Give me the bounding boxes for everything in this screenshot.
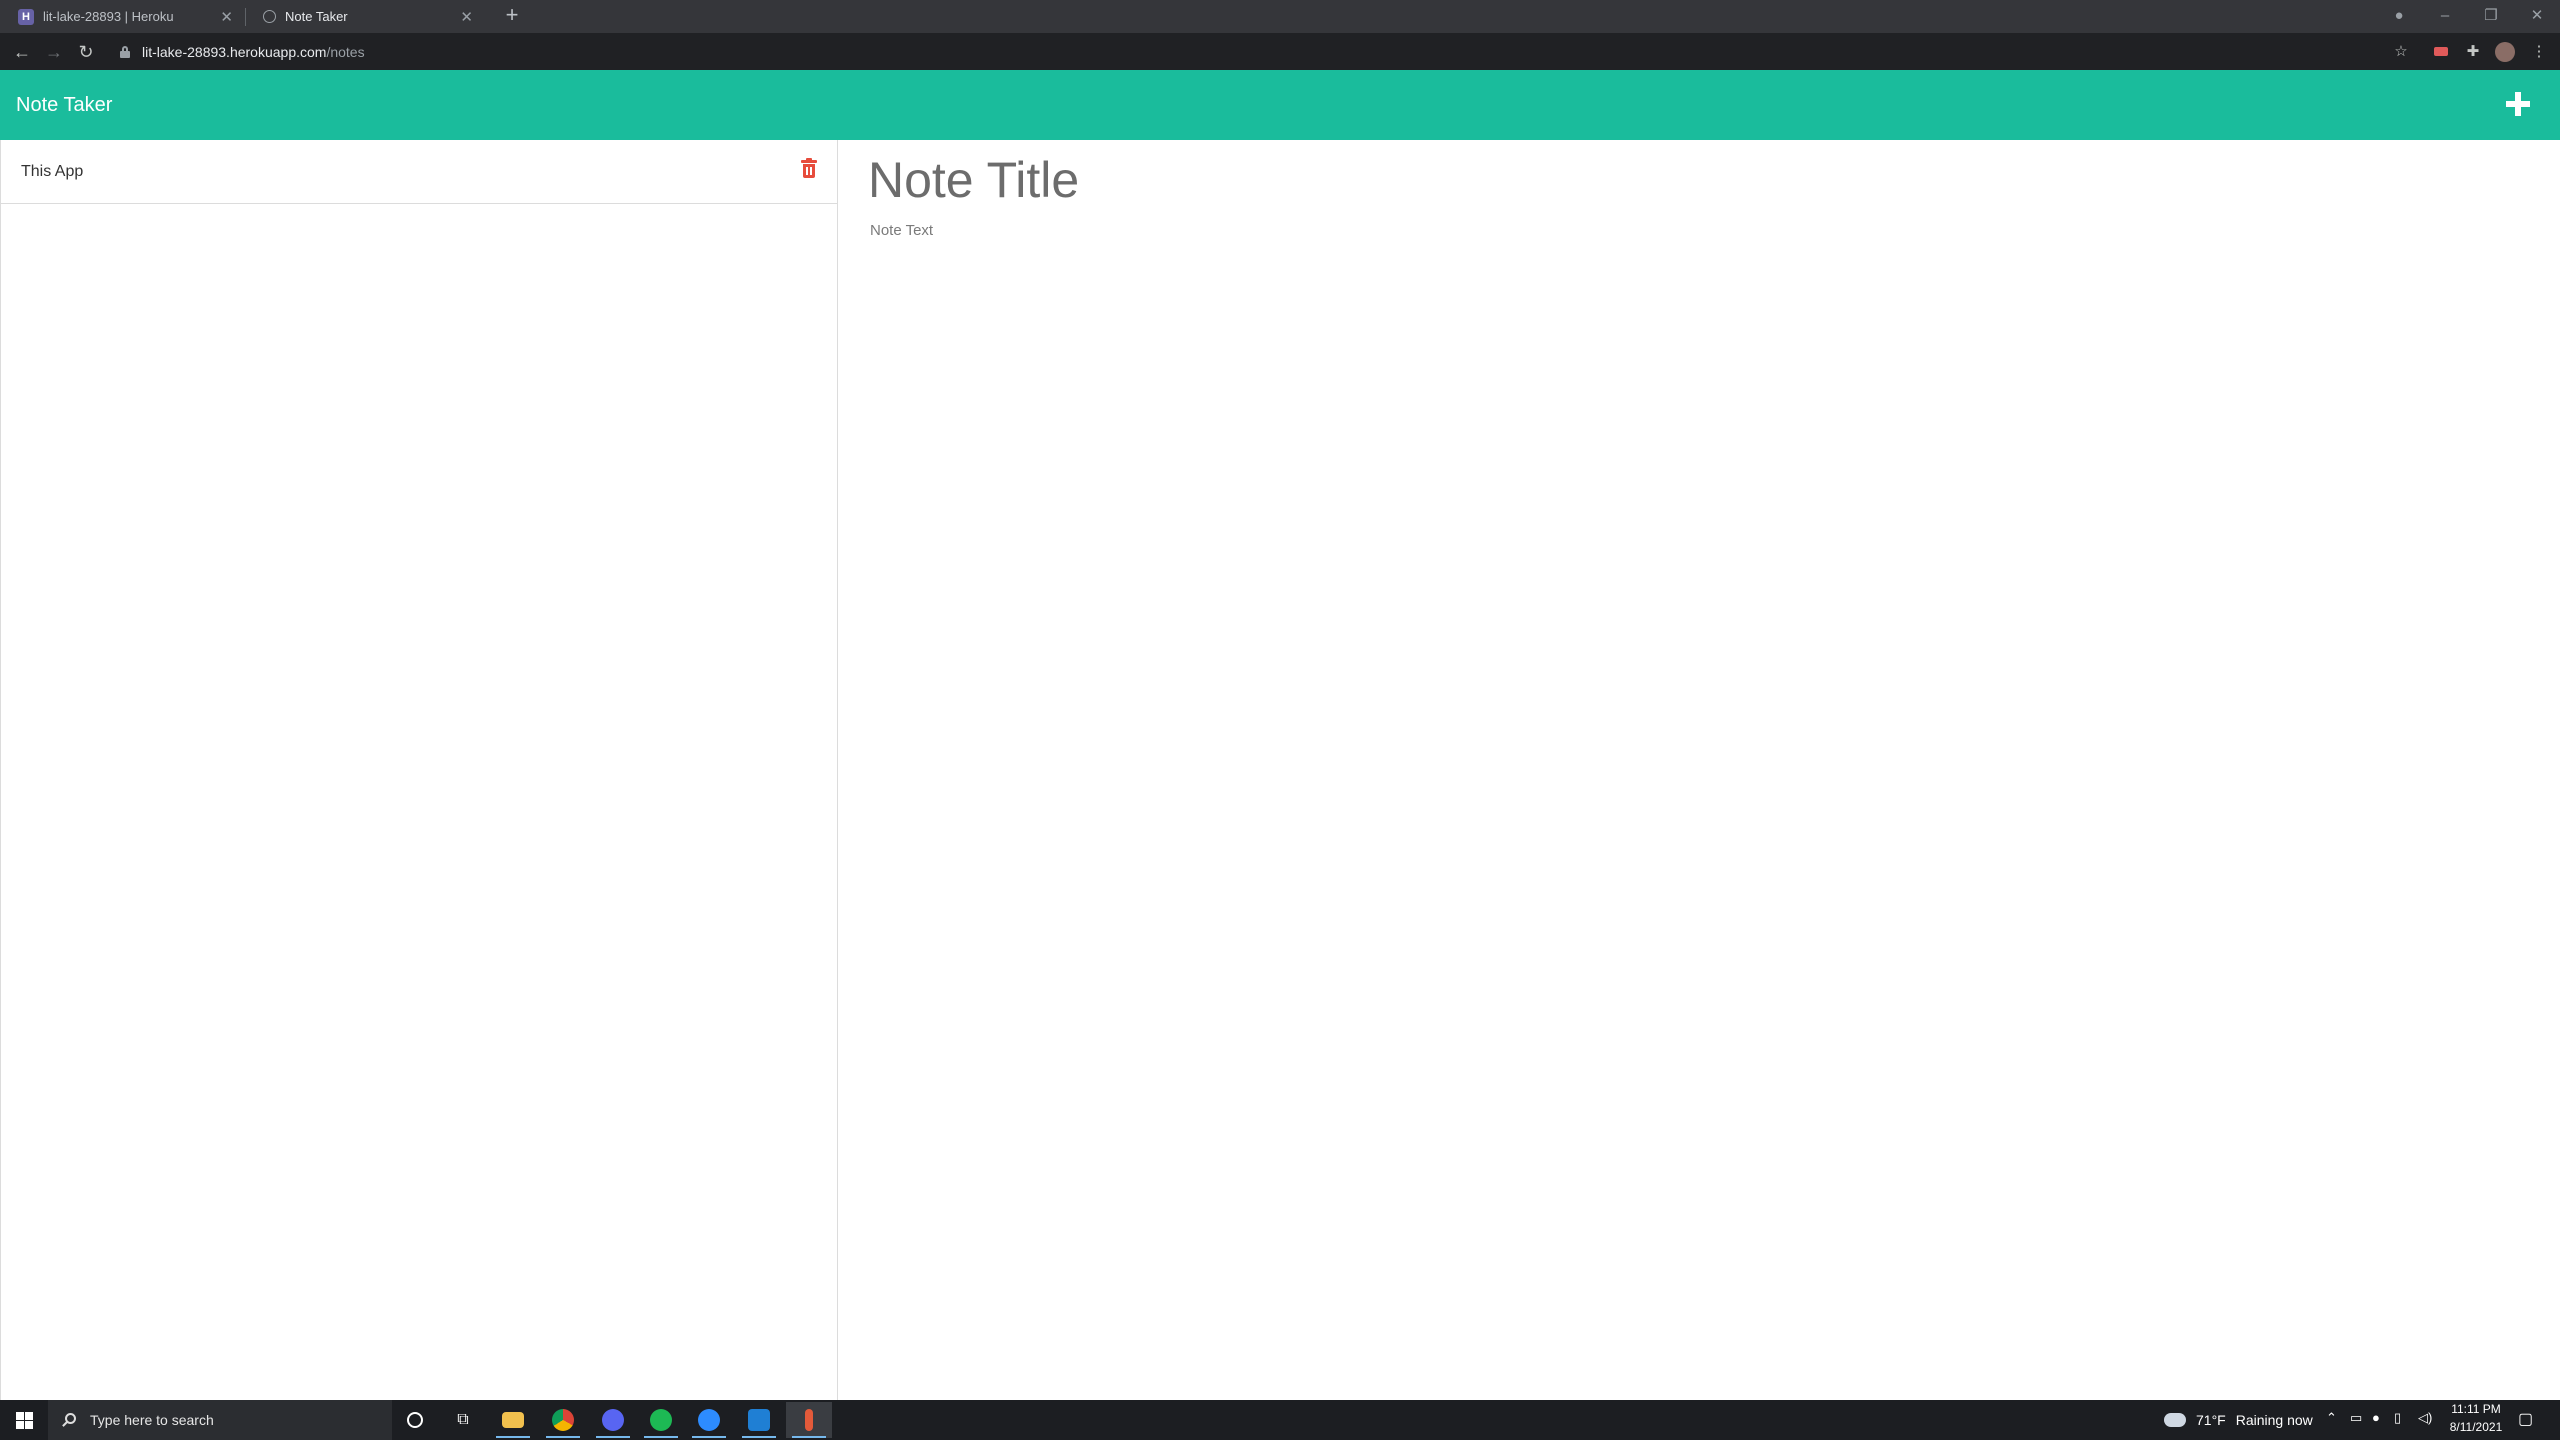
trash-icon[interactable] <box>801 158 817 178</box>
vscode-icon[interactable] <box>736 1402 782 1438</box>
minimize-icon[interactable]: – <box>2422 0 2468 33</box>
clock-time[interactable]: 11:11 PM <box>2447 1402 2505 1416</box>
close-window-icon[interactable]: ✕ <box>2514 0 2560 33</box>
note-list <box>0 140 838 1400</box>
weather-temp: 71°F <box>2196 1412 2226 1428</box>
new-tab-plus-icon[interactable]: + <box>499 3 525 29</box>
heroku-favicon-icon: H <box>18 8 34 25</box>
back-arrow-icon[interactable]: ← <box>7 37 37 67</box>
notification-center-icon[interactable]: ▢ <box>2518 1409 2533 1429</box>
note-list-item-title[interactable]: This App <box>21 163 83 181</box>
url-path: /notes <box>326 44 365 60</box>
weather-widget[interactable]: 71°F Raining now <box>2164 1408 2313 1432</box>
close-tab-icon[interactable]: ✕ <box>220 8 233 26</box>
bookmark-star-icon[interactable]: ☆ <box>2389 40 2413 64</box>
tab-note-taker[interactable]: Note Taker ✕ <box>245 0 485 33</box>
clock-date[interactable]: 8/11/2021 <box>2447 1420 2505 1434</box>
note-title-input[interactable] <box>868 146 2528 214</box>
chevron-up-icon[interactable]: ⌃ <box>2326 1410 2337 1426</box>
note-text-area[interactable] <box>870 222 2530 822</box>
lock-icon <box>120 46 130 58</box>
chrome-menu-icon[interactable]: ⋮ <box>2527 40 2551 64</box>
weather-condition: Raining now <box>2235 1412 2313 1428</box>
file-explorer-icon[interactable] <box>490 1402 536 1438</box>
app-brand[interactable]: Note Taker <box>16 94 112 117</box>
terminal-app-icon[interactable] <box>786 1402 832 1438</box>
volume-icon[interactable]: ◁) <box>2418 1410 2432 1426</box>
new-note-plus-icon[interactable] <box>2500 86 2536 122</box>
tab-title: lit-lake-28893 | Heroku <box>43 9 174 24</box>
tab-heroku[interactable]: H lit-lake-28893 | Heroku ✕ <box>0 0 245 33</box>
forward-arrow-icon[interactable]: → <box>39 37 69 67</box>
globe-favicon-icon <box>263 10 276 23</box>
url-host: lit-lake-28893.herokuapp.com <box>142 44 327 60</box>
windows-start-icon[interactable] <box>0 1400 48 1440</box>
extension-icon[interactable] <box>2429 40 2453 64</box>
avatar[interactable] <box>2493 40 2517 64</box>
taskbar-search-box[interactable]: Type here to search <box>48 1400 392 1440</box>
discord-icon[interactable] <box>590 1402 636 1438</box>
close-tab-icon[interactable]: ✕ <box>460 8 473 26</box>
chrome-icon[interactable] <box>540 1402 586 1438</box>
profile-switch-icon[interactable]: ● <box>2376 0 2422 33</box>
network-icon[interactable]: ▯ <box>2394 1410 2401 1426</box>
taskbar-search-placeholder: Type here to search <box>90 1412 214 1428</box>
reload-icon[interactable]: ↻ <box>71 37 101 67</box>
zoom-icon[interactable] <box>686 1402 732 1438</box>
list-item[interactable] <box>1 140 837 204</box>
spotify-icon[interactable] <box>638 1402 684 1438</box>
url-text: lit-lake-28893.herokuapp.com/notes <box>142 44 365 60</box>
rain-cloud-icon <box>2164 1413 2186 1427</box>
tab-title: Note Taker <box>285 9 348 24</box>
meet-now-icon[interactable]: ▭ <box>2350 1410 2362 1426</box>
address-bar[interactable]: lit-lake-28893.herokuapp.com/notes <box>110 38 2400 66</box>
app-navbar <box>0 70 2560 140</box>
extensions-puzzle-icon[interactable]: ✚ <box>2461 40 2485 64</box>
cortana-circle-icon[interactable] <box>392 1402 438 1438</box>
microphone-icon[interactable]: ● <box>2372 1410 2380 1425</box>
restore-icon[interactable]: ❐ <box>2468 0 2514 33</box>
search-icon <box>62 1413 76 1427</box>
task-view-icon[interactable]: ⧉ <box>440 1402 486 1438</box>
